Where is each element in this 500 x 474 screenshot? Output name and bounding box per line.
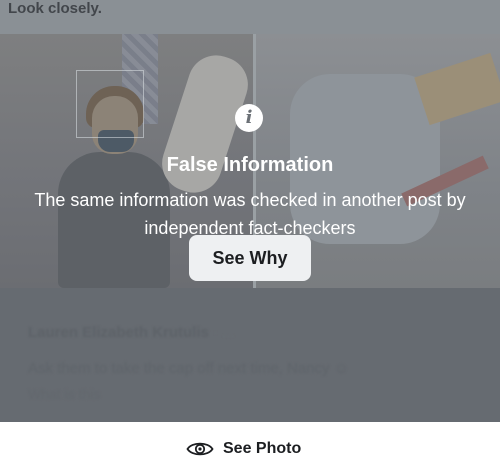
post-card: Look closely. Lauren Elizabeth Krutulis …	[0, 0, 500, 422]
comment-author-line: Lauren Elizabeth Krutulis · ...	[28, 324, 235, 341]
post-caption-strip: Look closely.	[0, 0, 500, 34]
post-caption: Look closely.	[8, 0, 102, 17]
fact-check-title: False Information	[166, 154, 334, 176]
comment-author: Lauren Elizabeth Krutulis	[28, 324, 209, 341]
see-photo-label: See Photo	[223, 440, 302, 457]
eye-icon	[186, 440, 214, 458]
fact-check-description: The same information was checked in anot…	[34, 190, 466, 238]
comment-meta: · ...	[213, 324, 235, 341]
blurred-comment: Lauren Elizabeth Krutulis · ... Ask them…	[0, 288, 500, 422]
comment-text: Ask them to take the cap off next time, …	[28, 360, 350, 377]
comment-text-secondary: What is this	[28, 386, 101, 402]
see-photo-button[interactable]: See Photo	[186, 438, 301, 460]
see-photo-bar: See Photo	[0, 422, 500, 474]
see-why-button[interactable]: See Why	[189, 235, 311, 281]
info-icon: i	[235, 104, 263, 132]
